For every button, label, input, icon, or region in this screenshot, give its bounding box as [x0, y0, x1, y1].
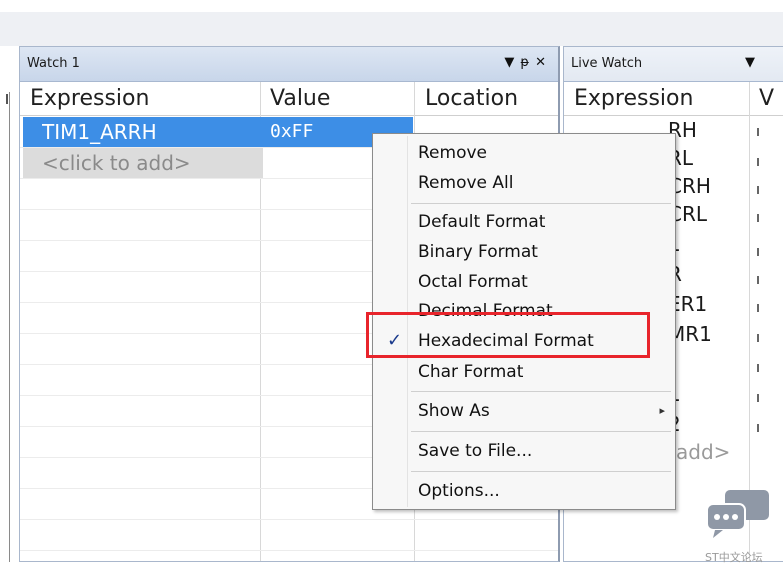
- column-header-expression[interactable]: Expression: [20, 82, 260, 116]
- value-dot: [757, 304, 759, 312]
- column-header-value[interactable]: Value: [260, 82, 415, 116]
- live-watch-title: Live Watch: [571, 56, 643, 71]
- menu-item-remove[interactable]: Remove: [373, 139, 675, 167]
- close-icon[interactable]: ✕: [535, 55, 552, 70]
- value-dot: [757, 186, 759, 194]
- value-dot: [757, 394, 759, 402]
- value-dot: [757, 424, 759, 432]
- menu-item-show-as[interactable]: Show As ▸: [373, 397, 675, 425]
- click-to-add-placeholder[interactable]: <click to add>: [42, 148, 191, 178]
- row-expression[interactable]: TIM1_ARRH: [42, 117, 157, 147]
- menu-item-octal-format[interactable]: Octal Format: [373, 268, 675, 296]
- menu-separator: [411, 203, 671, 204]
- annotation-highlight-box: [366, 312, 650, 358]
- menu-item-default-format[interactable]: Default Format: [373, 208, 675, 236]
- value-dot: [757, 364, 759, 372]
- watch1-window-buttons[interactable]: ▼ᵽ✕: [504, 55, 552, 70]
- menu-item-char-format[interactable]: Char Format: [373, 358, 675, 386]
- watch1-title: Watch 1: [27, 56, 80, 71]
- menu-item-label: Show As: [418, 401, 490, 421]
- menu-separator: [411, 431, 671, 432]
- dropdown-icon[interactable]: ▼: [745, 55, 761, 70]
- column-header-expression[interactable]: Expression: [564, 82, 749, 116]
- value-dot: [757, 248, 759, 256]
- value-dot: [757, 334, 759, 342]
- add-placeholder-fragment[interactable]: add>: [676, 440, 730, 464]
- dropdown-icon[interactable]: ▼: [504, 55, 520, 70]
- column-header-location[interactable]: Location: [415, 82, 558, 116]
- left-divider: [9, 92, 10, 562]
- row-line: [20, 550, 558, 551]
- value-dot: [757, 128, 759, 136]
- submenu-arrow-icon: ▸: [659, 404, 665, 417]
- row-line: [20, 519, 558, 520]
- menu-separator: [411, 471, 671, 472]
- menu-item-remove-all[interactable]: Remove All: [373, 169, 675, 197]
- watch1-titlebar[interactable]: Watch 1 ▼ᵽ✕: [20, 47, 558, 82]
- menu-item-options[interactable]: Options...: [373, 477, 675, 505]
- pin-icon[interactable]: ᵽ: [520, 55, 535, 70]
- column-header-value[interactable]: V: [749, 82, 783, 116]
- row-value[interactable]: 0xFF: [270, 117, 313, 147]
- menu-item-save-to-file[interactable]: Save to File...: [373, 437, 675, 465]
- left-tick-mark: [6, 94, 8, 104]
- live-watch-titlebar[interactable]: Live Watch ▼: [564, 47, 783, 82]
- value-dot: [757, 158, 759, 166]
- value-dot: [757, 214, 759, 222]
- watermark-text: ST中文论坛: [705, 551, 763, 564]
- menu-separator: [411, 391, 671, 392]
- top-area: [0, 0, 783, 46]
- chat-bubble-icon: [706, 490, 769, 538]
- value-dot: [757, 276, 759, 284]
- toolbar-strip: [0, 12, 783, 46]
- menu-item-binary-format[interactable]: Binary Format: [373, 238, 675, 266]
